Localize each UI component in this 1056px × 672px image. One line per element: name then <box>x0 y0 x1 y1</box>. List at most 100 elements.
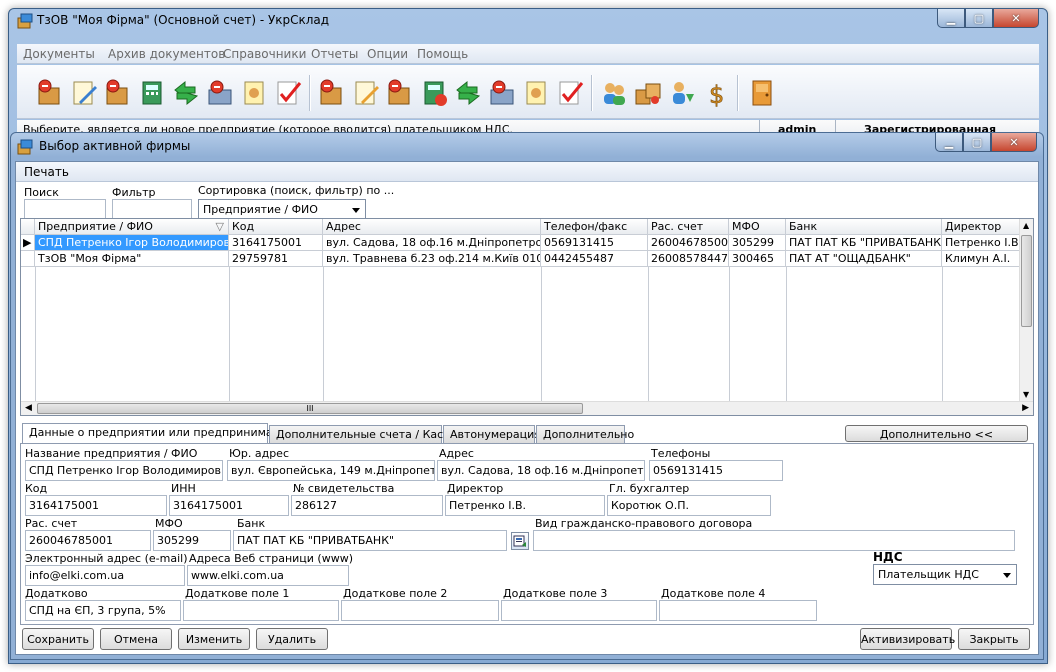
minimize-button[interactable]: ▁ <box>937 9 965 28</box>
grid-cell[interactable]: 3164175001 <box>229 235 323 251</box>
extra4-field[interactable] <box>659 600 817 621</box>
more-toggle-button[interactable]: Дополнительно << <box>845 425 1028 442</box>
column-header-company[interactable]: Предприятие / ФИО ▽ <box>35 219 229 235</box>
web-field[interactable]: www.elki.com.ua <box>187 565 349 586</box>
grid-cell[interactable]: 260085784474 <box>648 251 729 267</box>
menu-documents-archive[interactable]: Архив документов <box>108 47 225 61</box>
mfo-field[interactable]: 305299 <box>153 530 231 551</box>
delete-button[interactable]: Удалить <box>256 628 328 650</box>
column-header-bank[interactable]: Банк <box>786 219 942 235</box>
sort-select[interactable]: Предприятие / ФИО <box>198 199 366 220</box>
extra2-field[interactable] <box>341 600 499 621</box>
column-header-phone[interactable]: Телефон/факс <box>541 219 648 235</box>
close-button[interactable]: Закрыть <box>958 628 1030 650</box>
tab-additional[interactable]: Дополнительно <box>536 425 634 443</box>
horizontal-scroll-thumb[interactable]: III <box>37 403 583 414</box>
tab-extra-accounts[interactable]: Дополнительные счета / Кассы <box>269 425 458 443</box>
dialog-maximize-button[interactable]: ▢ <box>963 133 991 152</box>
edit-document-2-icon[interactable] <box>349 76 383 110</box>
contract-field[interactable] <box>533 530 1015 551</box>
menu-help[interactable]: Помощь <box>417 47 468 61</box>
grid-cell[interactable]: ТзОВ "Моя Фірма" <box>35 251 229 267</box>
grid-cell[interactable]: Климун А.І. <box>942 251 1020 267</box>
code-field[interactable]: 3164175001 <box>25 495 167 516</box>
filter-input[interactable] <box>112 199 192 220</box>
grid-cell[interactable]: ПАТ ПАТ КБ "ПРИВАТБАНК" <box>786 235 942 251</box>
exit-door-icon[interactable] <box>745 76 779 110</box>
grid-cell[interactable]: 305299 <box>729 235 786 251</box>
extra3-field[interactable] <box>501 600 657 621</box>
extra1-field[interactable] <box>183 600 339 621</box>
bank-lookup-icon[interactable] <box>511 532 529 550</box>
transfer-arrows-icon[interactable] <box>169 76 203 110</box>
maximize-button[interactable]: ▢ <box>965 9 993 28</box>
checklist-2-icon[interactable] <box>553 76 587 110</box>
users-icon[interactable] <box>665 76 699 110</box>
cash-register-icon[interactable] <box>203 76 237 110</box>
column-header-mfo[interactable]: МФО <box>729 219 786 235</box>
menu-options[interactable]: Опции <box>367 47 408 61</box>
tab-autonumbering[interactable]: Автонумерация <box>443 425 541 443</box>
grid-cell[interactable]: 260046785001 <box>648 235 729 251</box>
grid-horizontal-scrollbar[interactable]: ◀ III ▶ <box>21 401 1033 415</box>
products-boxes-icon[interactable] <box>631 76 665 110</box>
menu-reports[interactable]: Отчеты <box>311 47 358 61</box>
grid-cell[interactable]: 300465 <box>729 251 786 267</box>
grid-cell[interactable]: вул. Травнева б.23 оф.214 м.Київ 01001 <box>323 251 541 267</box>
cash-register-2-icon[interactable] <box>485 76 519 110</box>
cert-field[interactable]: 286127 <box>291 495 443 516</box>
grid-cell[interactable]: 0442455487 <box>541 251 648 267</box>
scroll-left-icon[interactable]: ◀ <box>25 403 32 413</box>
grid-cell[interactable]: Петренко І.В. <box>942 235 1020 251</box>
edit-document-icon[interactable] <box>67 76 101 110</box>
inn-field[interactable]: 3164175001 <box>169 495 289 516</box>
company-name-field[interactable]: СПД Петренко Ігор Володимирович <box>25 460 223 481</box>
incoming-invoice-icon[interactable] <box>33 76 67 110</box>
grid-cell[interactable]: СПД Петренко Ігор Володимирович <box>35 235 229 251</box>
column-header-director[interactable]: Директор <box>942 219 1020 235</box>
grid-cell[interactable]: ПАТ АТ "ОЩАДБАНК" <box>786 251 942 267</box>
save-button[interactable]: Сохранить <box>22 628 94 650</box>
contacts-icon[interactable] <box>597 76 631 110</box>
user-document-icon[interactable] <box>237 76 271 110</box>
scroll-up-icon[interactable]: ▲ <box>1023 221 1029 230</box>
column-header-account[interactable]: Рас. счет <box>648 219 729 235</box>
vat-select[interactable]: Плательщик НДС <box>873 564 1017 585</box>
outgoing-invoice-icon[interactable] <box>101 76 135 110</box>
grid-cell[interactable]: 29759781 <box>229 251 323 267</box>
cancel-button[interactable]: Отмена <box>100 628 172 650</box>
activate-button[interactable]: Активизировать <box>860 628 955 650</box>
scroll-down-icon[interactable]: ▼ <box>1023 390 1029 399</box>
scroll-right-icon[interactable]: ▶ <box>1022 403 1029 413</box>
grid-cell[interactable]: вул. Садова, 18 оф.16 м.Дніпропетровськ <box>323 235 541 251</box>
bank-field[interactable]: ПАТ ПАТ КБ "ПРИВАТБАНК" <box>233 530 507 551</box>
accountant-field[interactable]: Коротюк О.П. <box>607 495 771 516</box>
dialog-minimize-button[interactable]: ▁ <box>935 133 963 152</box>
extra-field[interactable]: СПД на ЄП, 3 група, 5% <box>25 600 181 621</box>
calculator-icon[interactable] <box>135 76 169 110</box>
column-header-address[interactable]: Адрес <box>323 219 541 235</box>
user-document-2-icon[interactable] <box>519 76 553 110</box>
edit-button[interactable]: Изменить <box>178 628 250 650</box>
incoming-invoice-2-icon[interactable] <box>315 76 349 110</box>
phones-field[interactable]: 0569131415 <box>649 460 783 481</box>
account-field[interactable]: 260046785001 <box>25 530 151 551</box>
search-input[interactable] <box>24 199 106 220</box>
grid-vertical-scrollbar[interactable]: ▲ ▼ <box>1019 219 1033 401</box>
transfer-arrows-2-icon[interactable] <box>451 76 485 110</box>
outgoing-invoice-2-icon[interactable] <box>383 76 417 110</box>
tab-company-data[interactable]: Данные о предприятии или предпринимателе <box>22 423 300 444</box>
director-field[interactable]: Петренко І.В. <box>445 495 605 516</box>
dialog-close-button[interactable]: ✕ <box>991 133 1037 152</box>
email-field[interactable]: info@elki.com.ua <box>25 565 185 586</box>
vertical-scroll-thumb[interactable] <box>1021 235 1032 327</box>
column-header-code[interactable]: Код <box>229 219 323 235</box>
checklist-icon[interactable] <box>271 76 305 110</box>
calculator-2-icon[interactable] <box>417 76 451 110</box>
close-window-button[interactable]: ✕ <box>993 9 1039 28</box>
legal-address-field[interactable]: вул. Європейська, 149 м.Дніпропетровськ <box>227 460 435 481</box>
menu-references[interactable]: Справочники <box>223 47 306 61</box>
companies-grid[interactable]: Предприятие / ФИО ▽ Код Адрес Телефон/фак… <box>20 218 1034 416</box>
currency-dollar-icon[interactable]: $ <box>699 76 733 110</box>
menu-print[interactable]: Печать <box>24 165 69 179</box>
